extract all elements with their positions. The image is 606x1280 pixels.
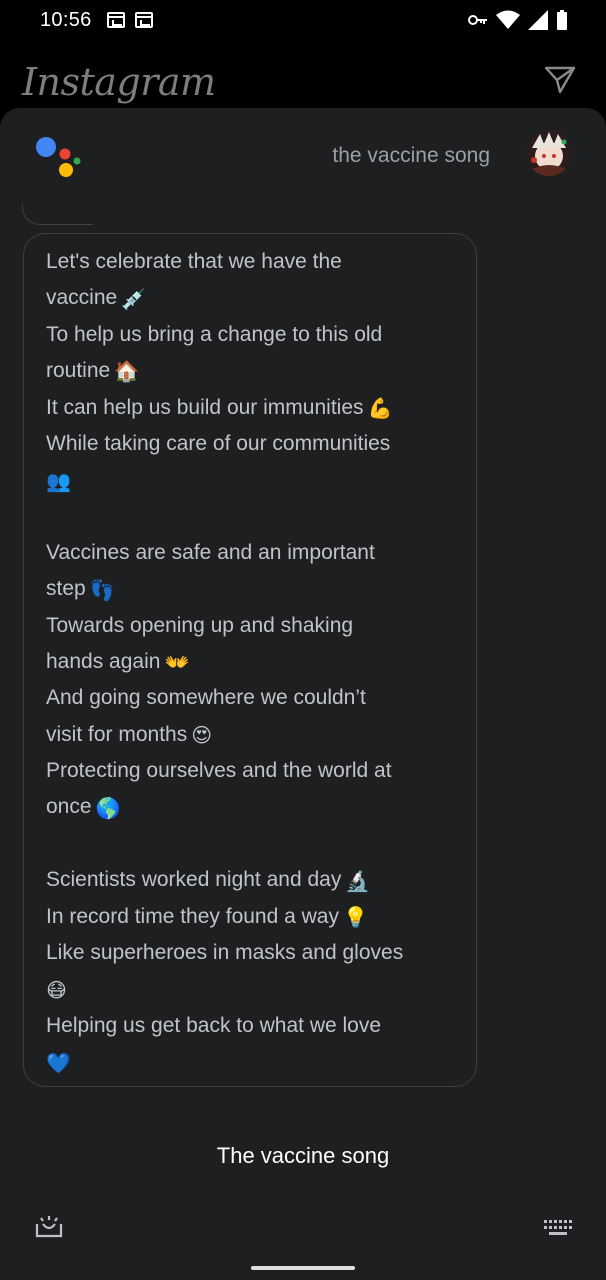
- lyric-line: Let's celebrate that we have the: [46, 250, 342, 273]
- lyric-line: To help us bring a change to this old: [46, 322, 383, 346]
- calendar-icon: [107, 12, 125, 28]
- status-system-icons: [468, 10, 568, 30]
- lyric-line: Vaccines are safe and an important: [46, 540, 375, 564]
- navigation-handle[interactable]: [251, 1266, 355, 1270]
- calendar-icon: [135, 12, 153, 28]
- lyric-line: Protecting ourselves and the world at: [46, 759, 392, 783]
- lyric-line: 👥: [46, 462, 458, 499]
- avatar[interactable]: [526, 130, 572, 176]
- status-bar: 10:56: [0, 0, 606, 42]
- vpn-key-icon: [468, 15, 487, 25]
- lyric-line: Scientists worked night and day 🔬: [46, 862, 458, 899]
- microscope-icon: 🔬: [345, 868, 371, 893]
- lyric-line: once 🌎: [46, 789, 458, 826]
- lens-icon[interactable]: [34, 1216, 64, 1243]
- lyrics-card: Let's celebrate that we have the vaccine…: [23, 233, 477, 1087]
- status-time: 10:56: [40, 9, 92, 31]
- assistant-sheet: the vaccine song Let's celebrate that we…: [0, 108, 606, 1280]
- open-hands-icon: 👐: [164, 650, 190, 675]
- heart-eyes-icon: 😍: [191, 723, 213, 748]
- signal-icon: [528, 10, 548, 30]
- blue-heart-icon: 💙: [46, 1050, 71, 1075]
- google-assistant-icon: [36, 137, 81, 177]
- medical-mask-icon: 😷: [46, 977, 67, 1002]
- house-icon: 🏠: [114, 359, 140, 384]
- lyric-line: And going somewhere we couldn’t: [46, 686, 366, 710]
- globe-icon: 🌎: [95, 795, 121, 820]
- lyric-line: hands again 👐: [46, 644, 458, 681]
- people-icon: 👥: [46, 468, 71, 493]
- lyric-line: vaccine 💉: [46, 280, 458, 317]
- instagram-header: Instagram: [0, 56, 606, 112]
- light-bulb-icon: 💡: [343, 905, 368, 930]
- keyboard-icon[interactable]: [544, 1220, 572, 1241]
- lyric-line: Towards opening up and shaking: [46, 613, 354, 637]
- battery-icon: [557, 10, 567, 30]
- lyric-blank-line: [46, 499, 458, 535]
- flexed-biceps-icon: 💪: [367, 395, 393, 420]
- response-title: The vaccine song: [216, 1143, 390, 1168]
- lyric-line: While taking care of our communities: [46, 432, 391, 456]
- lyric-line: step 👣: [46, 571, 458, 608]
- query-text[interactable]: the vaccine song: [332, 144, 490, 168]
- syringe-icon: 💉: [121, 286, 147, 311]
- lyric-line: It can help us build our immunities 💪: [46, 390, 458, 427]
- lyric-blank-line: [46, 826, 458, 862]
- lyric-line: 💙: [46, 1044, 458, 1081]
- lyric-line: visit for months 😍: [46, 717, 458, 754]
- instagram-logo: Instagram: [22, 60, 216, 104]
- lyric-line: Like superheroes in masks and gloves: [46, 941, 404, 965]
- lyric-line: In record time they found a way 💡: [46, 899, 458, 936]
- direct-message-icon[interactable]: [544, 66, 576, 99]
- previous-card-edge: [22, 204, 93, 225]
- lyric-line: routine 🏠: [46, 353, 458, 390]
- status-notification-icons: [107, 12, 153, 28]
- lyric-line: 😷: [46, 971, 458, 1008]
- screen: 10:56 Instagram the vaccine song Let's c…: [0, 0, 606, 1280]
- footprints-icon: 👣: [89, 577, 115, 602]
- lyric-line: Helping us get back to what we love: [46, 1014, 382, 1038]
- wifi-icon: [496, 10, 520, 29]
